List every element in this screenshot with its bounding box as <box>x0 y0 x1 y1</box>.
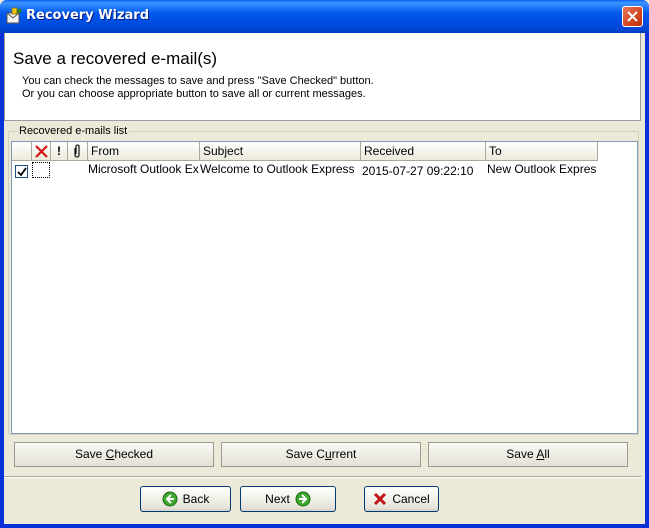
next-label: Next <box>265 492 290 506</box>
red-x-icon <box>35 145 48 158</box>
groupbox-label: Recovered e-mails list <box>17 125 130 137</box>
save-current-label-a: Save C <box>285 447 325 461</box>
save-all-button[interactable]: Save All <box>428 442 628 467</box>
save-all-label-a: Save <box>506 447 537 461</box>
cell-to: New Outlook Expres <box>487 162 597 176</box>
emails-list[interactable]: ! From Subject Received To Microsoft Out… <box>11 141 638 434</box>
column-received[interactable]: Received <box>361 142 486 161</box>
window-title: Recovery Wizard <box>26 8 150 23</box>
next-button[interactable]: Next <box>240 486 336 512</box>
column-deleted[interactable] <box>32 142 51 161</box>
window-border <box>0 524 649 528</box>
column-from[interactable]: From <box>88 142 200 161</box>
table-row[interactable]: Microsoft Outlook Ex Welcome to Outlook … <box>12 161 598 179</box>
back-label: Back <box>182 492 210 506</box>
save-current-label-accel: u <box>324 447 332 461</box>
app-icon <box>6 7 22 24</box>
cell-received: 2015-07-27 09:22:10 <box>362 164 474 178</box>
next-arrow-icon <box>295 491 311 507</box>
red-x-icon <box>374 492 387 506</box>
save-current-label-b: rrent <box>331 447 357 461</box>
separator <box>4 476 641 478</box>
row-checkbox[interactable] <box>15 165 28 178</box>
page-description: You can check the messages to save and p… <box>22 75 374 101</box>
checkmark-icon <box>17 167 27 177</box>
title-bar[interactable]: Recovery Wizard <box>0 0 649 33</box>
column-attachment[interactable] <box>68 142 88 161</box>
save-all-label-b: ll <box>544 447 550 461</box>
save-checked-label-a: Save <box>74 447 106 461</box>
close-icon <box>627 11 638 22</box>
back-button[interactable]: Back <box>140 486 231 512</box>
page-title: Save a recovered e-mail(s) <box>13 49 218 68</box>
close-button[interactable] <box>622 6 643 27</box>
back-arrow-icon <box>162 491 178 507</box>
cell-subject: Welcome to Outlook Express <box>200 162 355 176</box>
column-priority[interactable]: ! <box>51 142 68 161</box>
save-current-button[interactable]: Save Current <box>221 442 421 467</box>
list-header: ! From Subject Received To <box>12 142 598 161</box>
column-to[interactable]: To <box>486 142 598 161</box>
save-checked-label-b: hecked <box>114 447 154 461</box>
column-checkbox[interactable] <box>12 142 32 161</box>
description-line-2: Or you can choose appropriate button to … <box>22 88 366 100</box>
focus-rect <box>32 162 50 178</box>
cancel-label: Cancel <box>392 492 430 506</box>
description-line-1: You can check the messages to save and p… <box>22 75 374 87</box>
save-checked-button[interactable]: Save Checked <box>14 442 214 467</box>
cancel-button[interactable]: Cancel <box>364 486 439 512</box>
column-subject[interactable]: Subject <box>200 142 361 161</box>
cell-from: Microsoft Outlook Ex <box>88 162 199 176</box>
wizard-header: Save a recovered e-mail(s) You can check… <box>4 33 641 121</box>
paperclip-icon <box>74 144 80 158</box>
